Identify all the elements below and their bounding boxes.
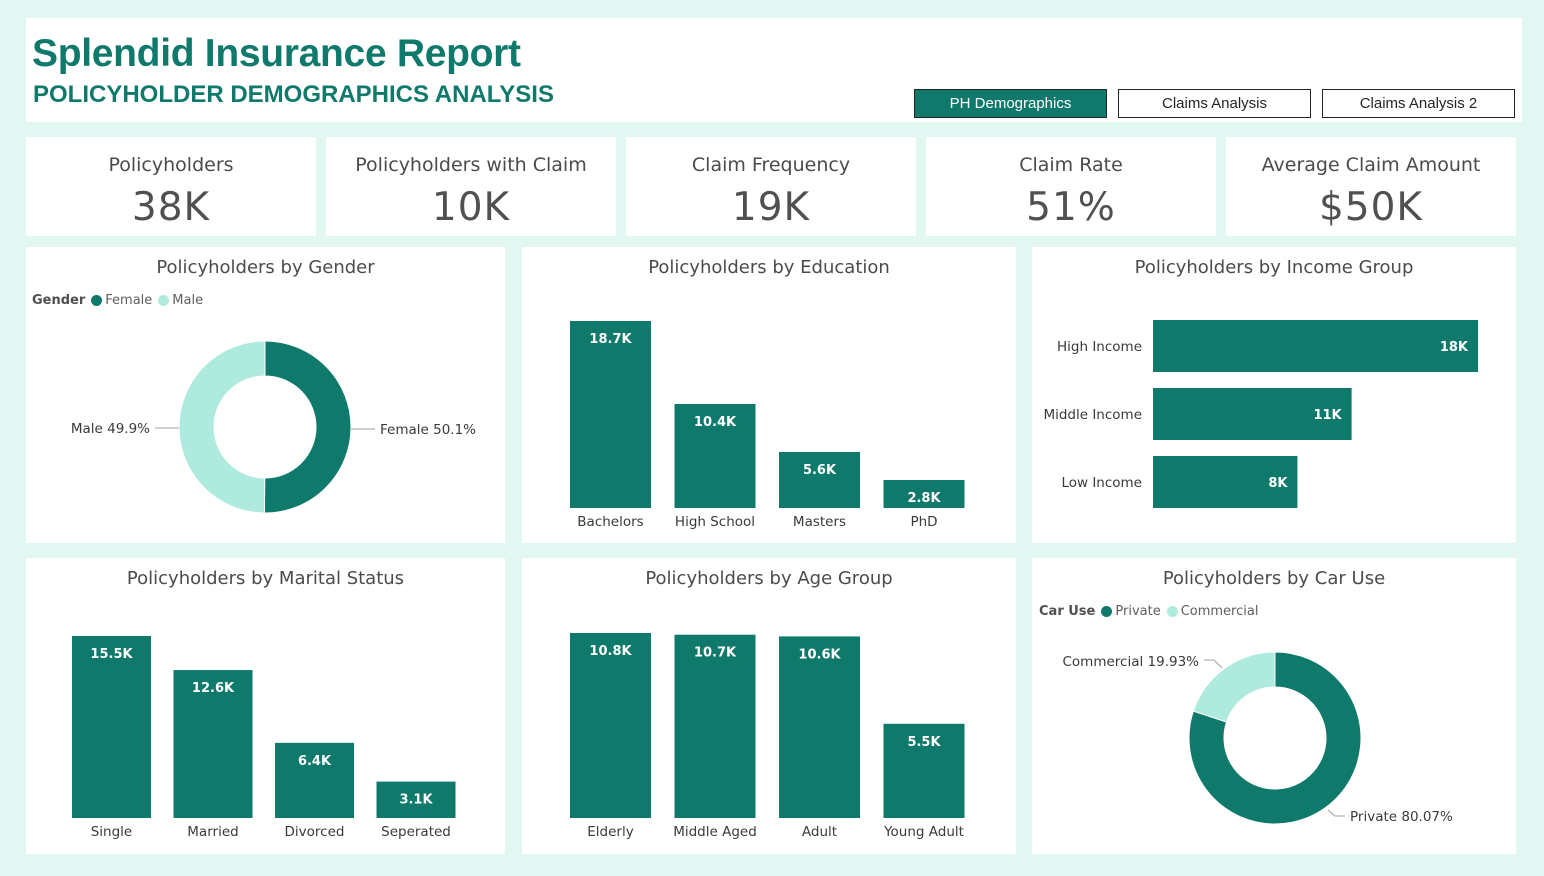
kpi-value: 38K	[131, 185, 211, 230]
nav-button-claims-analysis-2[interactable]: Claims Analysis 2	[1322, 89, 1515, 118]
data-label: 10.4K	[694, 415, 737, 430]
data-label: 6.4K	[298, 754, 332, 769]
kpi-label: Average Claim Amount	[1261, 154, 1481, 176]
chart-gender-panel: Policyholders by Gender Gender Female Ma…	[26, 247, 505, 543]
category-label: High School	[675, 514, 755, 530]
data-label: 15.5K	[90, 647, 133, 662]
category-label: PhD	[910, 514, 937, 530]
kpi-card-claim-rate: Claim Rate 51%	[926, 137, 1216, 236]
data-label: 10.7K	[694, 646, 737, 661]
data-label: 18.7K	[589, 332, 632, 347]
data-label: 5.6K	[803, 463, 837, 478]
kpi-card-average-claim-amount: Average Claim Amount $50K	[1226, 137, 1516, 236]
slice-label: Female 50.1%	[380, 422, 476, 438]
slice-label: Commercial 19.93%	[1062, 654, 1199, 670]
slice-label: Male 49.9%	[71, 421, 150, 437]
report-title: Splendid Insurance Report	[32, 32, 521, 75]
data-label: 3.1K	[399, 793, 433, 808]
kpi-value: 51%	[1026, 185, 1116, 230]
data-label: 10.8K	[589, 644, 632, 659]
category-label: Middle Income	[1043, 407, 1142, 423]
category-label: Middle Aged	[673, 824, 757, 840]
slice-label: Private 80.07%	[1350, 809, 1453, 825]
category-label: Low Income	[1061, 475, 1142, 491]
data-label: 2.8K	[907, 491, 941, 506]
kpi-label: Claim Rate	[1019, 154, 1123, 176]
category-label: Adult	[802, 824, 837, 840]
donut-slice[interactable]	[263, 340, 352, 514]
chart-income-panel: Policyholders by Income Group 18K High In…	[1032, 247, 1516, 543]
chart-caruse-panel: Policyholders by Car Use Car Use Private…	[1032, 558, 1516, 854]
data-label: 12.6K	[192, 681, 235, 696]
category-label: High Income	[1057, 339, 1142, 355]
bar[interactable]	[779, 452, 860, 508]
category-label: Single	[91, 824, 133, 840]
marital-bar-chart[interactable]: 15.5K Single 12.6K Married 6.4K Divorced 3.1K S…	[26, 558, 505, 854]
category-label: Elderly	[587, 824, 633, 840]
bar[interactable]	[674, 634, 756, 818]
chart-age-panel: Policyholders by Age Group 10.8K Elderly 1…	[522, 558, 1016, 854]
data-label: 11K	[1313, 408, 1342, 423]
kpi-label: Claim Frequency	[691, 154, 851, 176]
leader-line	[1204, 659, 1223, 669]
bar[interactable]	[570, 633, 651, 818]
income-bar-chart[interactable]: 18K High Income 11K Middle Income 8K Low Inco…	[1032, 247, 1516, 543]
kpi-label: Policyholders with Claim	[355, 154, 587, 176]
kpi-value: 19K	[731, 185, 811, 230]
bar[interactable]	[1153, 320, 1478, 372]
kpi-card-claim-frequency: Claim Frequency 19K	[626, 137, 916, 236]
caruse-donut-chart[interactable]: Private 80.07% Commercial 19.93%	[1032, 558, 1516, 854]
donut-slice[interactable]	[1192, 651, 1276, 723]
report-subtitle: POLICYHOLDER DEMOGRAPHICS ANALYSIS	[33, 81, 554, 108]
category-label: Married	[187, 824, 238, 840]
chart-marital-panel: Policyholders by Marital Status 15.5K Sin…	[26, 558, 505, 854]
bar[interactable]	[570, 321, 651, 508]
report-header: Splendid Insurance Report POLICYHOLDER D…	[26, 18, 1522, 122]
age-bar-chart[interactable]: 10.8K Elderly 10.7K Middle Aged 10.6K Adult 5.…	[522, 558, 1016, 854]
chart-education-panel: Policyholders by Education 18.7K Bachelor…	[522, 247, 1016, 543]
education-bar-chart[interactable]: 18.7K Bachelors 10.4K High School 5.6K Master…	[522, 247, 1016, 543]
category-label: Seperated	[381, 824, 451, 840]
nav-button-ph-demographics[interactable]: PH Demographics	[914, 89, 1107, 118]
kpi-card-policyholders-with-claim: Policyholders with Claim 10K	[326, 137, 616, 236]
kpi-value: $50K	[1318, 185, 1423, 230]
category-label: Bachelors	[577, 514, 643, 530]
category-label: Masters	[793, 514, 846, 530]
kpi-value: 10K	[431, 185, 511, 230]
category-label: Divorced	[285, 824, 345, 840]
nav-button-claims-analysis[interactable]: Claims Analysis	[1118, 89, 1311, 118]
data-label: 5.5K	[907, 735, 941, 750]
category-label: Young Adult	[883, 824, 964, 840]
bar[interactable]	[72, 636, 151, 818]
data-label: 10.6K	[798, 647, 841, 662]
bar[interactable]	[779, 636, 860, 818]
data-label: 18K	[1440, 340, 1469, 355]
data-label: 8K	[1268, 476, 1288, 491]
gender-donut-chart[interactable]: Female 50.1% Male 49.9%	[26, 247, 505, 543]
leader-line	[1327, 809, 1345, 817]
donut-slice[interactable]	[178, 340, 266, 514]
kpi-label: Policyholders	[108, 154, 234, 176]
kpi-card-policyholders: Policyholders 38K	[26, 137, 316, 236]
